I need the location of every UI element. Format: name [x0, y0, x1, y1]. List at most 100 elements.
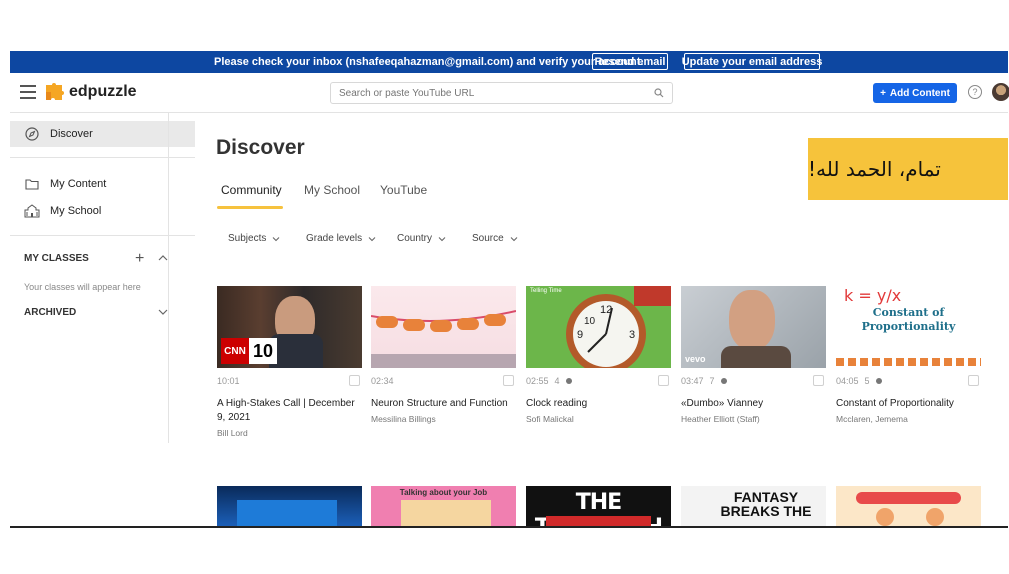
tab-community[interactable]: Community — [221, 183, 282, 197]
video-thumbnail[interactable]: Telling Time 12 3 9 10 — [526, 286, 671, 368]
video-card[interactable]: vevo 03:47 7 «Dumbo» Vianney Heather Ell… — [681, 286, 826, 424]
video-card[interactable]: Telling Time 12 3 9 10 02:55 4 Clock rea… — [526, 286, 671, 424]
svg-text:10: 10 — [584, 316, 596, 327]
question-icon — [720, 378, 727, 384]
select-checkbox[interactable] — [968, 375, 979, 386]
select-checkbox[interactable] — [813, 375, 824, 386]
thumb-caption: Constant of Proportionality — [861, 306, 956, 333]
classes-empty-text: Your classes will appear here — [24, 282, 141, 292]
select-checkbox[interactable] — [658, 375, 669, 386]
update-email-button[interactable]: Update your email address — [682, 53, 822, 70]
select-checkbox[interactable] — [503, 375, 514, 386]
page-title: Discover — [216, 136, 305, 159]
video-title[interactable]: Neuron Structure and Function — [371, 397, 516, 411]
video-duration: 04:05 — [836, 376, 859, 386]
video-meta: 10:01 — [217, 375, 362, 387]
video-meta: 02:55 4 — [526, 375, 671, 387]
video-thumbnail[interactable]: THE TECUMSEH — [526, 486, 671, 526]
plus-icon: + — [880, 87, 886, 99]
search-input[interactable] — [339, 87, 639, 99]
video-meta: 04:05 5 — [836, 375, 981, 387]
video-duration: 02:34 — [371, 376, 394, 386]
video-duration: 03:47 — [681, 376, 704, 386]
blank-area — [10, 528, 1008, 574]
chevron-down-icon[interactable] — [158, 307, 168, 317]
verify-message: Please check your inbox (nshafeeqahazman… — [214, 56, 644, 68]
chevron-up-icon[interactable] — [158, 253, 168, 263]
sidebar-item-label: My School — [50, 205, 102, 217]
question-icon — [875, 378, 882, 384]
chevron-down-icon — [510, 236, 518, 241]
tab-youtube[interactable]: YouTube — [380, 183, 427, 197]
thumb-caption: Telling Time — [530, 288, 562, 294]
archived-heading[interactable]: ARCHIVED — [24, 307, 76, 318]
thumb-caption: Talking about your Job — [399, 488, 488, 497]
video-title[interactable]: Clock reading — [526, 397, 671, 411]
svg-text:3: 3 — [629, 329, 635, 341]
select-checkbox[interactable] — [349, 375, 360, 386]
video-author[interactable]: Heather Elliott (Staff) — [681, 414, 826, 424]
help-icon[interactable]: ? — [968, 85, 982, 99]
school-icon — [24, 204, 40, 218]
logo-text: edpuzzle — [69, 83, 137, 100]
add-class-icon[interactable]: + — [135, 250, 144, 268]
video-thumbnail[interactable]: Talking about your Job — [371, 486, 516, 526]
video-author[interactable]: Messilina Billings — [371, 414, 516, 424]
question-icon — [565, 378, 572, 384]
video-title[interactable]: Constant of Proportionality — [836, 397, 981, 411]
cnn-logo-icon: CNN — [221, 338, 249, 364]
filter-country[interactable]: Country — [397, 233, 446, 244]
video-thumbnail[interactable] — [836, 486, 981, 526]
video-meta: 02:34 — [371, 375, 516, 387]
chevron-down-icon — [368, 236, 376, 241]
video-author[interactable]: Bill Lord — [217, 428, 362, 438]
video-thumbnail[interactable]: vevo — [681, 286, 826, 368]
video-thumbnail[interactable] — [217, 486, 362, 526]
video-duration: 02:55 — [526, 376, 549, 386]
filter-label: Grade levels — [306, 233, 363, 244]
sidebar-border — [168, 113, 169, 443]
puzzle-logo-icon — [46, 83, 64, 100]
add-content-button[interactable]: + Add Content — [873, 83, 957, 103]
clock-icon: 12 3 9 10 — [566, 286, 671, 368]
compass-icon — [24, 127, 40, 141]
filter-subjects[interactable]: Subjects — [228, 233, 280, 244]
video-card[interactable]: CNN 10 10:01 A High-Stakes Call | Decemb… — [217, 286, 362, 438]
filter-grade-levels[interactable]: Grade levels — [306, 233, 376, 244]
video-meta: 03:47 7 — [681, 375, 826, 387]
question-count: 7 — [709, 376, 715, 386]
video-author[interactable]: Sofi Malickal — [526, 414, 671, 424]
video-card[interactable]: k = y/x Constant of Proportionality 04:0… — [836, 286, 981, 424]
filter-label: Source — [472, 233, 504, 244]
resend-email-button[interactable]: Resend email — [592, 53, 668, 70]
neuron-illustration-icon — [371, 310, 516, 368]
video-thumbnail[interactable]: k = y/x Constant of Proportionality — [836, 286, 981, 368]
thumb-caption: FANTASY BREAKS THE — [720, 489, 812, 519]
sidebar-item-label: My Content — [50, 178, 107, 190]
folder-icon — [24, 177, 40, 191]
sidebar-item-label: Discover — [50, 128, 93, 140]
video-thumbnail[interactable]: FANTASY BREAKS THE — [681, 486, 826, 526]
search-icon[interactable] — [654, 88, 664, 98]
filter-label: Country — [397, 233, 433, 244]
video-duration: 10:01 — [217, 376, 240, 386]
chevron-down-icon — [438, 236, 446, 241]
video-card[interactable]: 02:34 Neuron Structure and Function Mess… — [371, 286, 516, 424]
edpuzzle-logo[interactable]: edpuzzle — [43, 81, 137, 103]
question-count: 5 — [864, 376, 870, 386]
active-tab-indicator — [217, 206, 283, 209]
video-title[interactable]: «Dumbo» Vianney — [681, 397, 826, 411]
thumb-channel-number: 10 — [249, 338, 277, 364]
hamburger-menu-icon[interactable] — [20, 85, 36, 99]
avatar[interactable] — [992, 83, 1009, 101]
tab-my-school[interactable]: My School — [304, 183, 360, 197]
video-thumbnail[interactable] — [371, 286, 516, 368]
video-title[interactable]: A High-Stakes Call | December 9, 2021 — [217, 397, 362, 425]
svg-text:9: 9 — [577, 329, 583, 341]
chevron-down-icon — [272, 236, 280, 241]
verify-banner: Please check your inbox (nshafeeqahazman… — [10, 51, 1008, 73]
search-box[interactable] — [330, 82, 673, 104]
video-thumbnail[interactable]: CNN 10 — [217, 286, 362, 368]
video-author[interactable]: Mcclaren, Jemema — [836, 414, 981, 424]
filter-source[interactable]: Source — [472, 233, 518, 244]
